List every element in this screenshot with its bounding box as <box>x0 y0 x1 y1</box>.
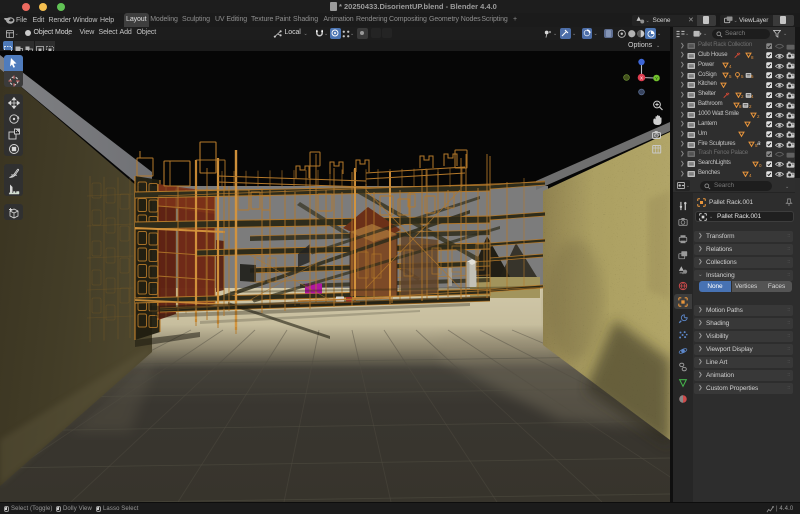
svg-text:Y: Y <box>655 76 658 81</box>
svg-text:X: X <box>640 76 643 81</box>
